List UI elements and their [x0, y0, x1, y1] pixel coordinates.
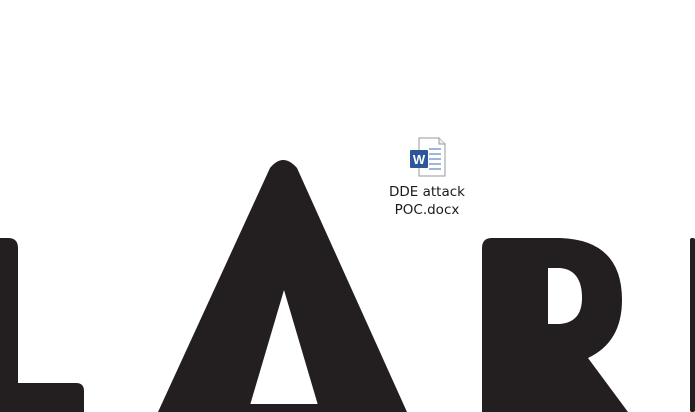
wallpaper-letter-r [482, 238, 628, 412]
wallpaper-letter-edge [690, 238, 695, 412]
desktop-file-icon[interactable]: W DDE attack POC.docx [380, 136, 474, 226]
file-name-label: DDE attack POC.docx [389, 184, 465, 218]
wallpaper [0, 160, 695, 412]
svg-text:W: W [413, 152, 426, 167]
wallpaper-letter-a-bar [232, 404, 320, 412]
word-document-icon: W [410, 137, 446, 177]
desktop: W DDE attack POC.docx [0, 0, 695, 412]
wallpaper-letter-l [0, 238, 84, 412]
